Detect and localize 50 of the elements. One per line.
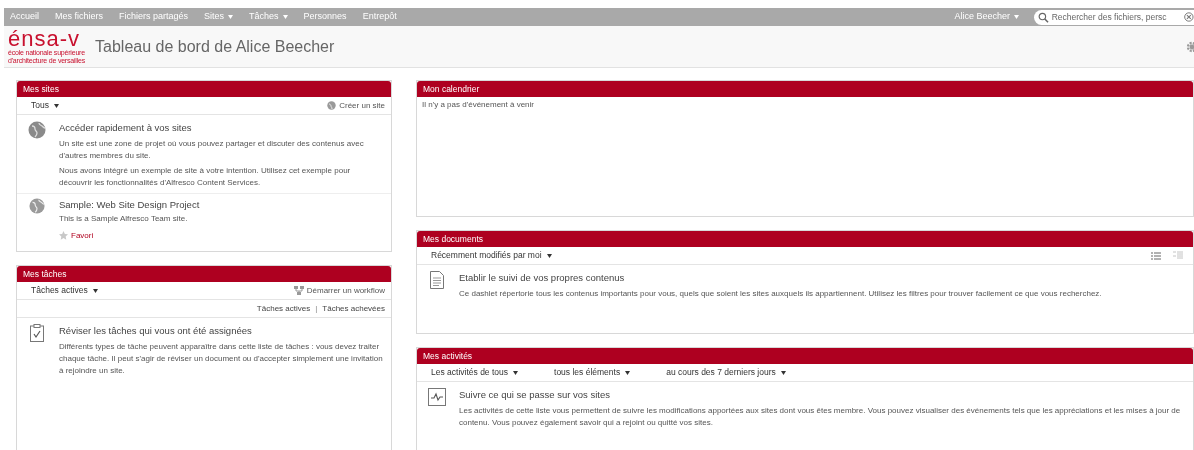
intro-title: Suivre ce qui se passe sur vos sites — [459, 388, 611, 402]
globe-icon — [28, 121, 46, 139]
globe-icon — [29, 198, 45, 215]
intro-title: Etablir le suivi de vos propres contenus — [459, 271, 626, 285]
dashlet-title: Mes sites — [23, 82, 59, 96]
clear-icon — [1184, 12, 1194, 22]
filter-dropdown[interactable]: Tous — [31, 99, 59, 112]
intro-text: Ce dashlet répertorie tous les contenus importants pour vous, quels que soient les sites auxquels ils appartiennent. Utilisez les filtres pour trouver facilement ce que vous recherchez. — [459, 288, 1102, 301]
caret-icon — [1014, 15, 1019, 19]
dashlet-title: Mon calendrier — [423, 82, 480, 96]
document-icon — [430, 271, 444, 289]
create-link[interactable]: Créer un site — [327, 99, 385, 112]
caret-icon — [92, 288, 98, 293]
filter-dropdown[interactable]: Les activités de tous — [431, 366, 518, 379]
clipboard-check-icon — [30, 324, 44, 342]
site-link[interactable]: Sample: Web Site Design Project — [59, 198, 200, 213]
intro-text: Les activités de cette liste vous permettent de suivre les modifications apportées aux sites dont vous êtes membre. Vous pouvez visualiser des événements tels que les appréciations et les mises à jour de contenu. Vous pouvez également savoir qui a rejoint ou quitté vos sites. — [459, 405, 1182, 430]
intro-text: Un site est une zone de projet où vous pouvez partager et discuter des contenus avec d'autres membres du site. — [59, 138, 365, 163]
task-filter-link[interactable]: Tâches achevées — [322, 302, 385, 315]
list-view-button[interactable] — [1151, 251, 1161, 260]
search-field[interactable]: Rechercher des fichiers, persc — [1034, 9, 1194, 25]
globe-icon — [327, 101, 337, 110]
intro-text: Nous avons intégré un exemple de site à votre intention. Utilisez cet exemple pour découvrir les fonctionnalités d'Alfresco Content Services. — [59, 165, 352, 190]
detailed-view-button[interactable] — [1173, 251, 1183, 260]
search-icon — [1038, 11, 1049, 23]
empty-message: Il n'y a pas d'événement à venir — [421, 99, 535, 111]
caret-icon — [625, 370, 631, 375]
task-filter-link[interactable]: Tâches actives — [256, 302, 311, 315]
intro-title: Réviser les tâches qui vous ont été assignées — [59, 324, 253, 338]
dashlet-title: Mes documents — [423, 232, 483, 246]
intro-title: Accéder rapidement à vos sites — [59, 121, 193, 135]
filter-dropdown[interactable]: au cours des 7 derniers jours — [666, 366, 786, 379]
workflow-icon — [293, 286, 304, 295]
filter-dropdown[interactable]: tous les éléments — [554, 366, 631, 379]
favorite-toggle[interactable]: Favori — [59, 229, 200, 242]
filter-dropdown[interactable]: Récemment modifiés par moi — [431, 249, 552, 262]
activity-icon — [428, 388, 446, 406]
site-description: This is a Sample Alfresco Team site. — [59, 212, 189, 225]
intro-text: Différents types de tâche peuvent apparaître dans cette liste de tâches : vous devez traiter chaque tâche. Il peut s'agir de réviser un document ou d'accepter simplement une invitation à rejoindre un site. — [59, 341, 383, 378]
caret-icon — [780, 370, 786, 375]
create-link[interactable]: Démarrer un workflow — [293, 284, 385, 297]
page-title: Tableau de bord de Alice Beecher — [95, 36, 335, 57]
caret-icon — [53, 103, 59, 108]
caret-icon — [513, 370, 518, 375]
dashlet-title: Mes tâches — [23, 267, 67, 281]
settings-icon — [1186, 41, 1194, 53]
separator: | — [315, 302, 318, 315]
filter-dropdown[interactable]: Tâches actives — [31, 284, 98, 297]
caret-icon — [546, 253, 552, 258]
dashlet-title: Mes activités — [423, 349, 473, 363]
